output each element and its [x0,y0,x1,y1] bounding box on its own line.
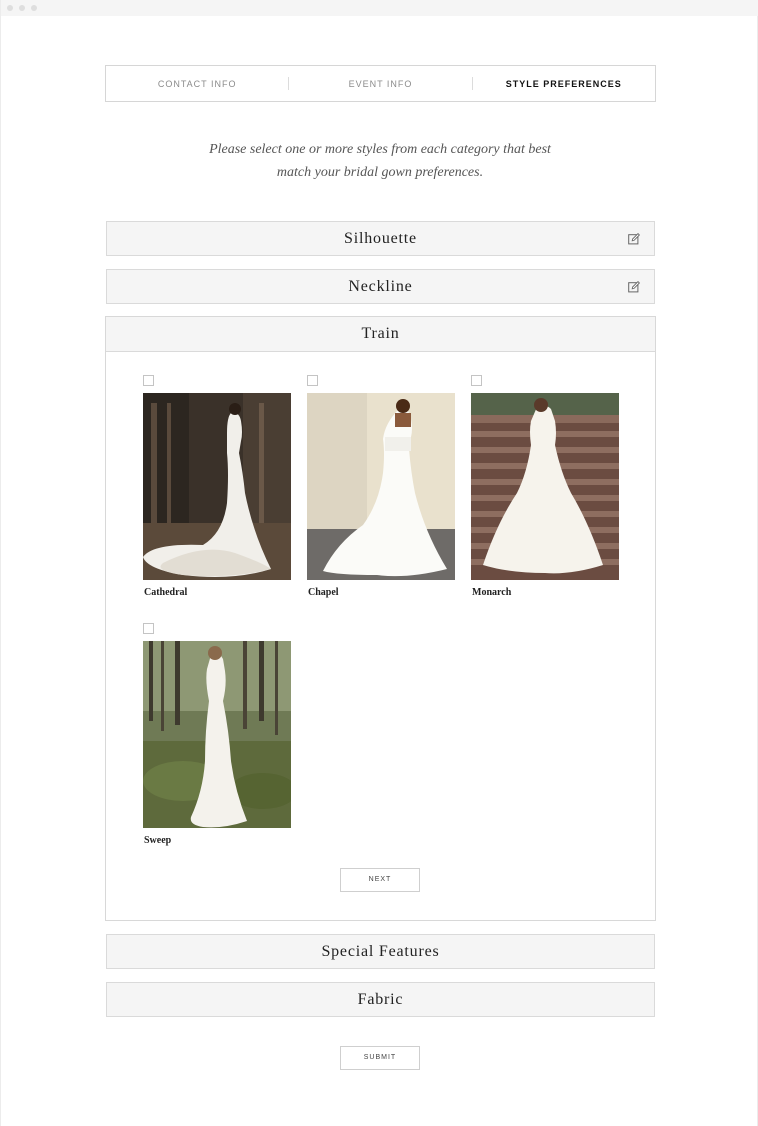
edit-icon[interactable] [628,281,640,293]
section-silhouette-header[interactable]: Silhouette [106,221,655,256]
section-fabric-header[interactable]: Fabric [106,982,655,1017]
next-button[interactable]: NEXT [340,868,420,892]
sweep-gown-photo [143,641,291,828]
chapel-gown-photo [307,393,455,580]
train-checkbox-sweep[interactable] [143,623,154,634]
step-event-info[interactable]: EVENT INFO [289,79,471,89]
step-contact-info[interactable]: CONTACT INFO [106,79,288,89]
form-steps-nav: CONTACT INFO EVENT INFO STYLE PREFERENCE… [105,65,656,102]
window-close-dot[interactable] [7,5,13,11]
train-checkbox-cathedral[interactable] [143,375,154,386]
window-minimize-dot[interactable] [19,5,25,11]
train-checkbox-chapel[interactable] [307,375,318,386]
monarch-gown-photo [471,393,619,580]
window-maximize-dot[interactable] [31,5,37,11]
section-neckline-header[interactable]: Neckline [106,269,655,304]
section-train-panel: Train Cathedral Chapel Monarch Sweep NEX… [105,316,656,921]
section-train-header[interactable]: Train [106,317,655,352]
section-special-features-header[interactable]: Special Features [106,934,655,969]
train-label-sweep: Sweep [144,835,172,846]
section-title-special-features: Special Features [321,943,440,960]
section-title-fabric: Fabric [357,991,404,1008]
train-label-cathedral: Cathedral [144,587,188,598]
train-label-monarch: Monarch [472,587,512,598]
section-title-neckline: Neckline [348,278,413,295]
intro-text: Please select one or more styles from ea… [181,138,579,184]
section-title-silhouette: Silhouette [344,230,417,247]
browser-window: CONTACT INFO EVENT INFO STYLE PREFERENCE… [0,0,758,1126]
window-title-bar [1,0,758,16]
intro-line-2: match your bridal gown preferences. [276,165,484,180]
section-title-train: Train [361,325,400,342]
cathedral-gown-photo [143,393,291,580]
train-checkbox-monarch[interactable] [471,375,482,386]
step-style-preferences[interactable]: STYLE PREFERENCES [473,79,655,89]
intro-line-1: Please select one or more styles from ea… [209,142,551,157]
train-label-chapel: Chapel [308,587,339,598]
edit-icon[interactable] [628,233,640,245]
submit-button[interactable]: SUBMIT [340,1046,420,1070]
